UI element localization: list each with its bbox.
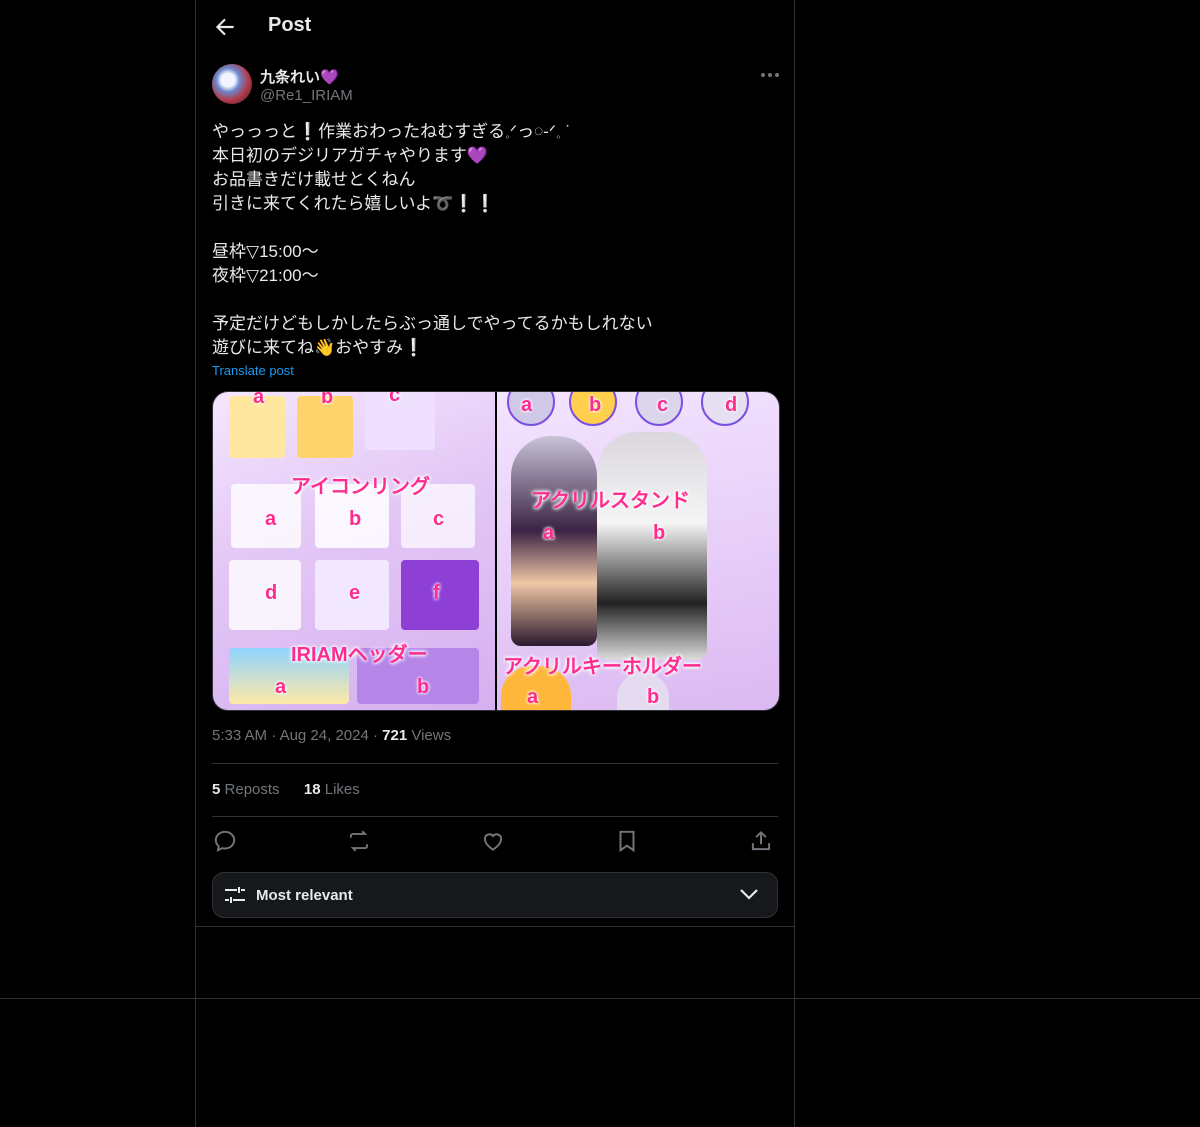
views-count: 721 (382, 727, 408, 744)
meta-separator: · (372, 727, 383, 744)
media-image-left[interactable]: a b c アイコンリング a b c d e f IRIAMヘッダー a b (213, 392, 495, 710)
main-column: Post 九条れい💜 @Re1_IRIAM やっっっと❕作業おわったねむすぎる𓈒… (195, 0, 795, 1127)
label-a: a (543, 522, 555, 544)
label-b: b (653, 522, 666, 544)
post-meta: 5:33 AM · Aug 24, 2024 · 721 Views (212, 727, 451, 744)
more-options-icon[interactable] (758, 64, 782, 86)
header: Post (196, 0, 794, 54)
reply-icon[interactable] (212, 828, 238, 854)
author-name-text: 九条れい (260, 69, 321, 86)
like-heart-icon[interactable] (480, 828, 506, 854)
views-label: Views (411, 727, 452, 744)
divider (196, 926, 794, 927)
label-c: c (389, 392, 401, 406)
likes-stat[interactable]: 18 Likes (304, 781, 360, 798)
meta-separator: · (271, 727, 280, 744)
divider (212, 763, 778, 764)
label-c: c (657, 394, 669, 416)
purple-heart-emoji: 💜 (320, 69, 339, 86)
bookmark-icon[interactable] (614, 828, 640, 854)
author-handle[interactable]: @Re1_IRIAM (260, 87, 353, 104)
sort-label: Most relevant (256, 887, 353, 904)
reposts-stat[interactable]: 5 Reposts (212, 781, 280, 798)
action-bar (212, 828, 778, 854)
author-name[interactable]: 九条れい💜 (260, 66, 339, 87)
page-title: Post (268, 14, 312, 36)
label-d: d (265, 582, 278, 604)
post-media[interactable]: a b c アイコンリング a b c d e f IRIAMヘッダー a b … (212, 391, 780, 711)
media-title-icon-ring: アイコンリング (291, 476, 430, 498)
chevron-down-icon (740, 889, 758, 900)
acrylic-stand-sample (597, 432, 707, 660)
likes-count: 18 (303, 781, 321, 798)
label-b: b (349, 508, 362, 530)
translate-post-link[interactable]: Translate post (212, 363, 294, 378)
divider (212, 816, 778, 817)
label-f: f (433, 582, 440, 604)
post-date[interactable]: Aug 24, 2024 (280, 727, 369, 744)
label-e: e (349, 582, 361, 604)
media-title-acrylic-stand: アクリルスタンド (531, 490, 690, 512)
label-a: a (253, 392, 265, 408)
repost-icon[interactable] (346, 828, 372, 854)
label-a: a (527, 686, 539, 708)
avatar[interactable] (212, 64, 252, 104)
label-b: b (417, 676, 430, 698)
sliders-icon (225, 887, 245, 903)
post-stats: 5 Reposts 18 Likes (212, 781, 360, 798)
reposts-label: Reposts (224, 781, 280, 798)
post-time[interactable]: 5:33 AM (212, 727, 267, 744)
media-title-acrylic-keychain: アクリルキーホルダー (503, 656, 702, 678)
media-title-iriam-header: IRIAMヘッダー (291, 644, 428, 666)
back-arrow-icon[interactable] (212, 14, 238, 40)
label-a: a (275, 676, 287, 698)
likes-label: Likes (324, 781, 360, 798)
label-d: d (725, 394, 738, 416)
media-image-right[interactable]: a b c d アクリルスタンド a b アクリルキーホルダー a b (497, 392, 779, 710)
post-text: やっっっと❕作業おわったねむすぎる𓈒ᐟっ𓏸-ᐟ𓈒 ˙ 本日初のデジリアガチャやり… (212, 122, 653, 357)
sort-replies-dropdown[interactable]: Most relevant (212, 872, 778, 918)
label-a: a (265, 508, 277, 530)
page-divider (0, 998, 1200, 999)
label-b: b (321, 392, 334, 408)
icon-ring-sample (401, 560, 479, 630)
label-c: c (433, 508, 445, 530)
share-icon[interactable] (748, 828, 774, 854)
reposts-count: 5 (212, 781, 221, 798)
label-b: b (647, 686, 660, 708)
label-a: a (521, 394, 533, 416)
label-b: b (589, 394, 602, 416)
